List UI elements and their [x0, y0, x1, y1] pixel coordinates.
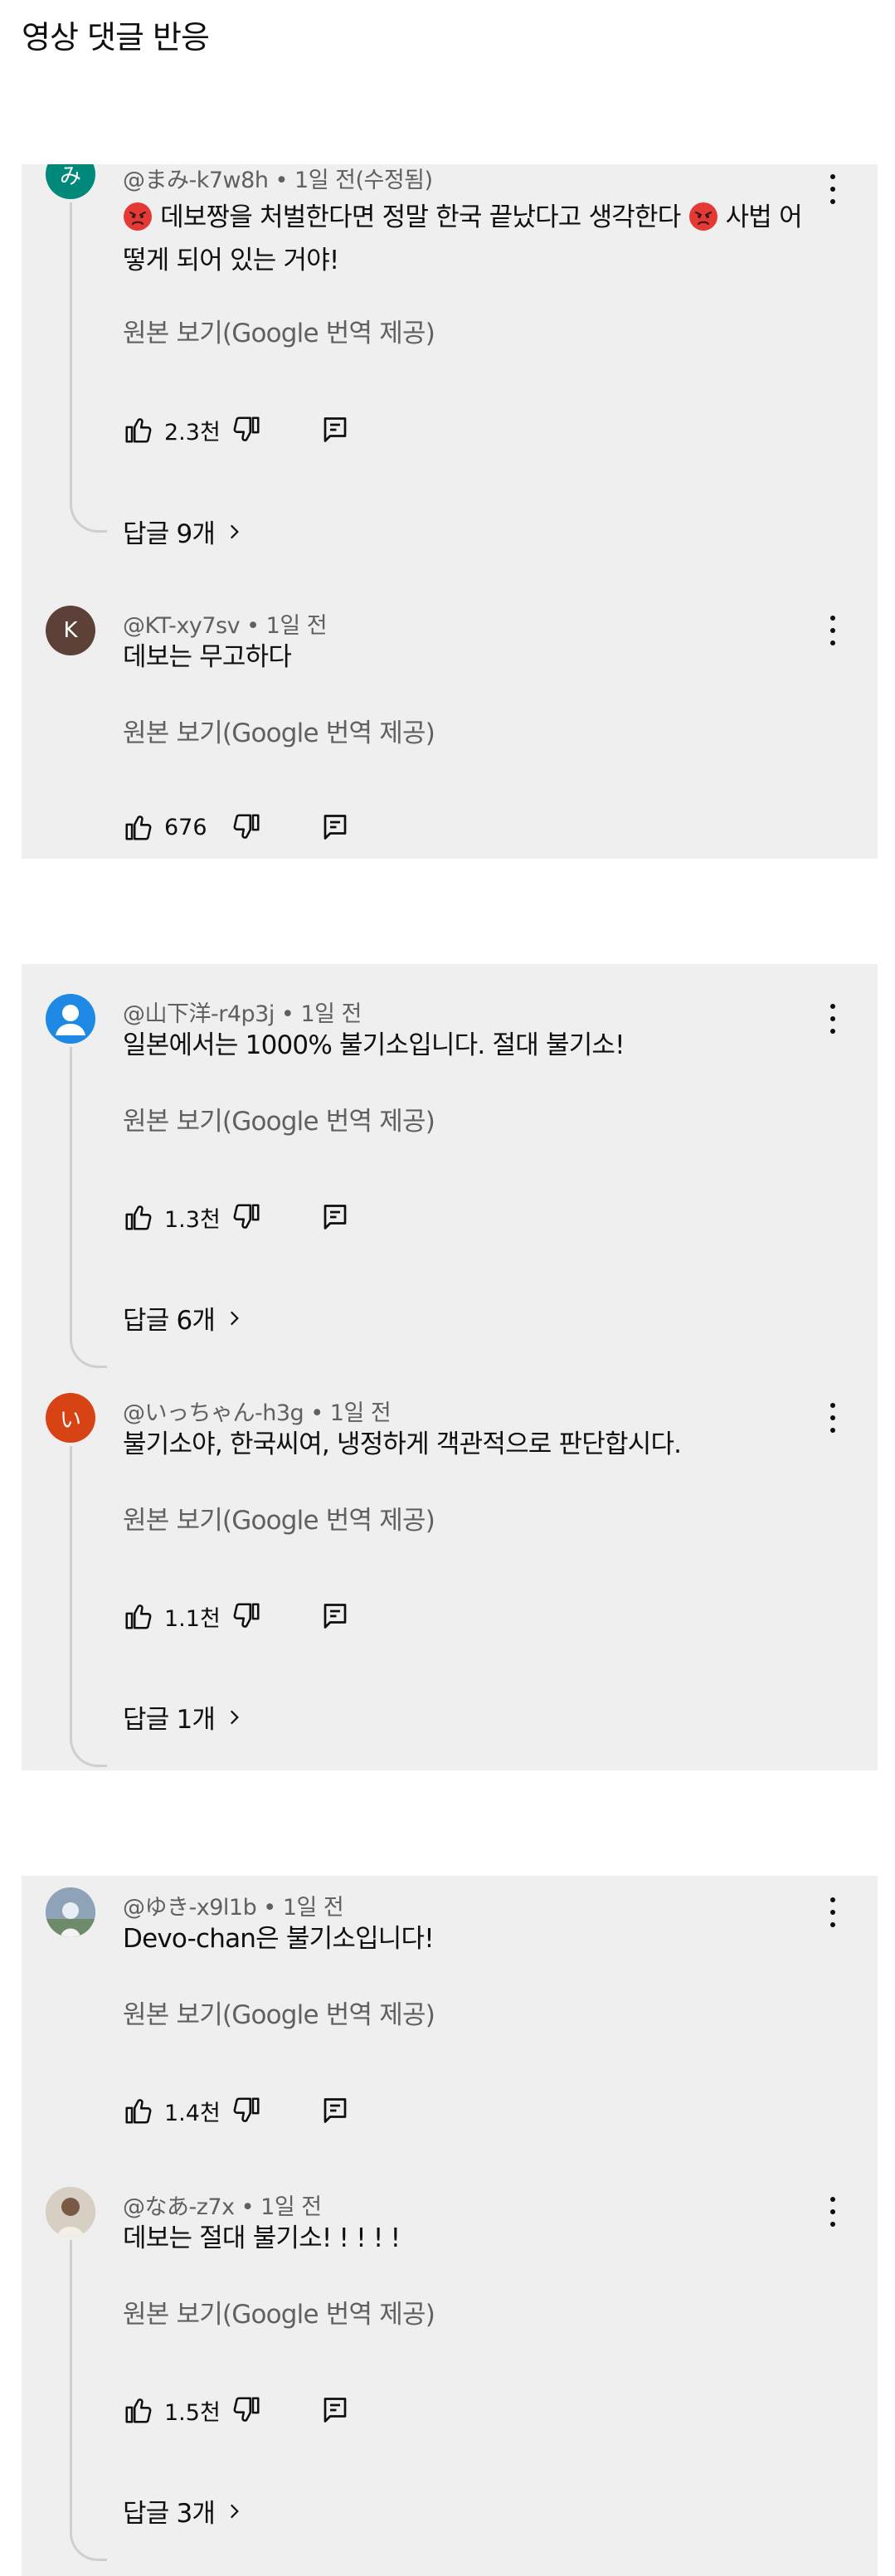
thumbs-up-icon [123, 2394, 154, 2426]
page-title: 영상 댓글 반응 [22, 19, 210, 56]
comment-actions: 676 [123, 809, 350, 845]
like-count: 1.1천 [164, 1605, 221, 1632]
chevron-right-icon [223, 1307, 245, 1329]
like-button[interactable]: 676 [123, 811, 232, 843]
like-button[interactable]: 1.1천 [123, 1600, 232, 1633]
more-vertical-icon[interactable] [824, 2197, 841, 2227]
default-user-icon [46, 994, 95, 1044]
more-vertical-icon[interactable] [824, 616, 841, 645]
comment-actions: 1.5천 [123, 2392, 350, 2428]
thumbs-down-icon[interactable] [231, 2095, 262, 2126]
more-vertical-icon[interactable] [824, 1004, 841, 1034]
like-count: 676 [164, 814, 207, 840]
thumbs-up-icon [123, 811, 154, 843]
thread-line [70, 2240, 107, 2561]
thumbs-down-icon[interactable] [231, 811, 262, 843]
more-vertical-icon[interactable] [824, 1403, 841, 1433]
comment-text-part: 데보짱을 처벌한다면 정말 한국 끝났다고 생각한다 [160, 202, 681, 232]
like-count: 2.3천 [164, 419, 221, 446]
view-original-link[interactable]: 원본 보기(Google 번역 제공) [123, 1100, 435, 1137]
thread-line [70, 202, 107, 533]
comment-card: み @まみ-k7w8h • 1일 전(수정됨) 데보짱을 처벌한다면 정말 한국… [22, 164, 878, 859]
avatar[interactable] [46, 1887, 95, 1937]
thread-line [70, 1446, 107, 1767]
avatar[interactable]: み [46, 164, 95, 199]
like-count: 1.5천 [164, 2399, 221, 2426]
view-original-link[interactable]: 원본 보기(Google 번역 제공) [123, 2293, 435, 2330]
reply-comment-icon[interactable] [320, 1202, 350, 1232]
view-replies-button[interactable]: 답글 3개 [123, 2492, 245, 2530]
comment-text: 데보는 절대 불기소! ! ! ! ! [123, 2223, 401, 2253]
thumbs-down-icon[interactable] [231, 1600, 262, 1632]
avatar[interactable] [46, 2187, 95, 2237]
replies-count: 답글 3개 [123, 2499, 216, 2529]
thumbs-down-icon[interactable] [231, 2394, 262, 2426]
like-button[interactable]: 1.3천 [123, 1201, 232, 1234]
comment-actions: 1.4천 [123, 2092, 350, 2129]
chevron-right-icon [223, 521, 245, 543]
like-button[interactable]: 2.3천 [123, 414, 232, 446]
avatar[interactable]: い [46, 1393, 95, 1443]
view-replies-button[interactable]: 답글 9개 [123, 513, 245, 550]
comment-card: @山下洋-r4p3j • 1일 전 일본에서는 1000% 불기소입니다. 절대… [22, 964, 878, 1770]
comment-time: 1일 전(수정됨) [294, 168, 433, 193]
comment-text: 데보짱을 처벌한다면 정말 한국 끝났다고 생각한다 사법 어떻게 되어 있는 … [123, 196, 820, 282]
comment-actions: 2.3천 [123, 411, 350, 448]
comment-actions: 1.3천 [123, 1199, 350, 1235]
comment-text: 데보는 무고하다 [123, 642, 292, 672]
user-photo-icon [46, 2187, 95, 2237]
thumbs-up-icon [123, 1201, 154, 1233]
like-count: 1.3천 [164, 1206, 221, 1233]
like-count: 1.4천 [164, 2100, 221, 2126]
replies-count: 답글 9개 [123, 519, 216, 549]
thumbs-up-icon [123, 1600, 154, 1632]
view-original-link[interactable]: 원본 보기(Google 번역 제공) [123, 312, 435, 349]
view-original-link[interactable]: 원본 보기(Google 번역 제공) [123, 712, 435, 749]
view-replies-button[interactable]: 답글 6개 [123, 1299, 245, 1337]
comment-card: @ゆき-x9l1b • 1일 전 Devo-chan은 불기소입니다! 원본 보… [22, 1876, 878, 2576]
avatar[interactable]: K [46, 606, 95, 655]
angry-face-emoji [688, 202, 718, 231]
more-vertical-icon[interactable] [824, 174, 841, 204]
comment-text: 불기소야, 한국씨여, 냉정하게 객관적으로 판단합시다. [123, 1429, 682, 1459]
avatar[interactable] [46, 994, 95, 1044]
replies-count: 답글 1개 [123, 1705, 216, 1735]
comment-actions: 1.1천 [123, 1598, 350, 1634]
user-photo-icon [46, 1887, 95, 1937]
reply-comment-icon[interactable] [320, 2096, 350, 2126]
view-original-link[interactable]: 원본 보기(Google 번역 제공) [123, 1499, 435, 1536]
view-replies-button[interactable]: 답글 1개 [123, 1698, 245, 1736]
like-button[interactable]: 1.5천 [123, 2394, 232, 2427]
like-button[interactable]: 1.4천 [123, 2095, 232, 2127]
author-handle[interactable]: @まみ-k7w8h [123, 168, 269, 193]
comment-meta: @まみ-k7w8h • 1일 전(수정됨) [123, 168, 433, 193]
replies-count: 답글 6개 [123, 1306, 216, 1336]
chevron-right-icon [223, 2501, 245, 2522]
reply-comment-icon[interactable] [320, 1601, 350, 1631]
view-original-link[interactable]: 원본 보기(Google 번역 제공) [123, 1994, 435, 2031]
thumbs-up-icon [123, 2095, 154, 2126]
chevron-right-icon [223, 1707, 245, 1728]
thumbs-down-icon[interactable] [231, 1201, 262, 1233]
thumbs-up-icon [123, 414, 154, 446]
thread-line [70, 1047, 107, 1368]
thumbs-down-icon[interactable] [231, 414, 262, 446]
reply-comment-icon[interactable] [320, 415, 350, 445]
angry-face-emoji [123, 202, 153, 231]
reply-comment-icon[interactable] [320, 812, 350, 842]
comment-text: Devo-chan은 불기소입니다! [123, 1924, 435, 1954]
more-vertical-icon[interactable] [824, 1897, 841, 1927]
reply-comment-icon[interactable] [320, 2395, 350, 2425]
comment-text: 일본에서는 1000% 불기소입니다. 절대 불기소! [123, 1030, 625, 1060]
